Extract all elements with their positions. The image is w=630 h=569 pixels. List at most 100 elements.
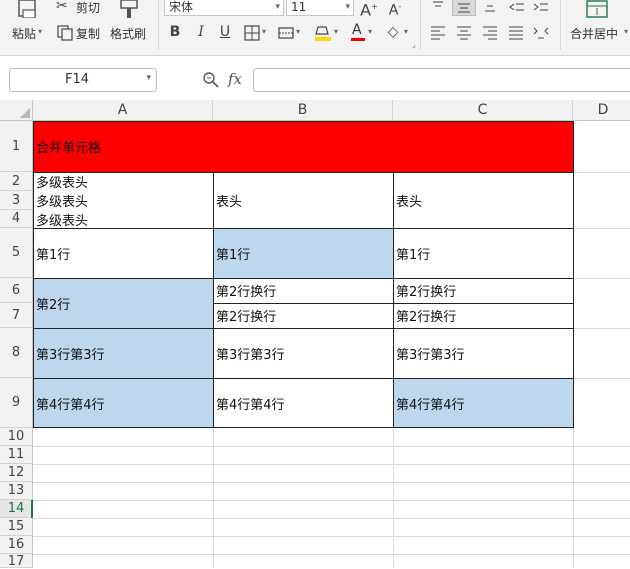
- row-header-5[interactable]: 5: [0, 228, 33, 278]
- align-bottom-icon[interactable]: [482, 0, 498, 14]
- cell-a8[interactable]: 第3行第3行: [33, 328, 213, 378]
- bold-icon[interactable]: B: [166, 23, 184, 41]
- cell-c2-merged[interactable]: 表头: [393, 172, 573, 228]
- row-header-17[interactable]: 17: [0, 554, 33, 569]
- table-border: [213, 172, 214, 428]
- column-header-a[interactable]: A: [33, 100, 213, 121]
- row-header-8[interactable]: 8: [0, 328, 33, 378]
- gridline: [33, 500, 630, 501]
- gridline: [33, 482, 630, 483]
- format-painter-label: 格式刷: [110, 27, 147, 41]
- chevron-down-icon: ▾: [275, 2, 280, 12]
- decrease-font-icon[interactable]: A-: [386, 0, 404, 20]
- dialog-launcher-icon[interactable]: ⌟: [412, 40, 416, 49]
- function-icon[interactable]: fx: [228, 70, 242, 88]
- paste-button[interactable]: 粘贴 ▾: [8, 0, 48, 42]
- clipboard-icon: [18, 0, 36, 18]
- column-header-d[interactable]: D: [573, 100, 630, 121]
- distributed-align-icon[interactable]: [532, 24, 550, 40]
- table-border: [33, 121, 574, 122]
- increase-indent-icon[interactable]: [532, 0, 550, 14]
- increase-font-icon[interactable]: A+: [360, 0, 378, 19]
- copy-button[interactable]: 复制: [56, 24, 106, 42]
- cell-a6-merged[interactable]: 第2行: [33, 278, 213, 328]
- name-box[interactable]: F14 ▾: [9, 68, 157, 92]
- gridline: [33, 464, 630, 465]
- cell-c9[interactable]: 第4行第4行: [393, 378, 573, 428]
- cell-a5[interactable]: 第1行: [33, 228, 213, 278]
- align-top-icon[interactable]: [430, 0, 446, 12]
- chevron-down-icon[interactable]: ▾: [368, 27, 372, 36]
- table-border: [33, 172, 574, 173]
- justify-icon[interactable]: [508, 24, 524, 40]
- chevron-down-icon[interactable]: ▾: [334, 27, 338, 36]
- merge-cells-icon: [586, 0, 608, 18]
- chevron-down-icon[interactable]: ▾: [296, 27, 300, 36]
- merge-center-label: 合并居中: [570, 27, 619, 41]
- cell-a9[interactable]: 第4行第4行: [33, 378, 213, 428]
- cell-a3[interactable]: 多级表头: [33, 191, 213, 210]
- name-box-value: F14: [65, 72, 90, 87]
- row-header-6[interactable]: 6: [0, 278, 33, 303]
- zoom-icon[interactable]: [202, 71, 220, 89]
- active-row-marker: [31, 500, 33, 518]
- chevron-down-icon[interactable]: ▾: [146, 73, 151, 83]
- row-header-11[interactable]: 11: [0, 446, 33, 464]
- cell-a1-merged[interactable]: 合并单元格: [33, 121, 573, 172]
- row-header-15[interactable]: 15: [0, 518, 33, 536]
- row-header-3[interactable]: 3: [0, 191, 33, 210]
- cell-a2[interactable]: 多级表头: [33, 172, 213, 191]
- format-painter-button[interactable]: 格式刷: [108, 0, 154, 42]
- cut-button[interactable]: ✂ 剪切: [56, 0, 106, 16]
- align-left-icon[interactable]: [430, 24, 446, 40]
- chevron-down-icon[interactable]: ▾: [404, 27, 408, 36]
- row-header-1[interactable]: 1: [0, 121, 33, 172]
- font-size-select[interactable]: 11 ▾: [286, 0, 354, 16]
- row-header-16[interactable]: 16: [0, 536, 33, 554]
- row-header-2[interactable]: 2: [0, 172, 33, 191]
- row-header-9[interactable]: 9: [0, 378, 33, 428]
- cell-b6[interactable]: 第2行换行: [213, 278, 393, 303]
- row-header-12[interactable]: 12: [0, 464, 33, 482]
- chevron-down-icon[interactable]: ▾: [262, 27, 266, 36]
- cell-b2-merged[interactable]: 表头: [213, 172, 393, 228]
- font-name-select[interactable]: 宋体 ▾: [164, 0, 284, 16]
- gridline: [33, 536, 630, 537]
- select-all-corner[interactable]: [0, 100, 33, 121]
- cell-a4[interactable]: 多级表头: [33, 210, 213, 229]
- fill-color-icon[interactable]: [314, 24, 332, 42]
- column-header-c[interactable]: C: [393, 100, 573, 121]
- row-header-13[interactable]: 13: [0, 482, 33, 500]
- chevron-down-icon: ▾: [624, 27, 629, 36]
- row-header-4[interactable]: 4: [0, 210, 33, 228]
- border-icon[interactable]: [244, 25, 260, 41]
- align-center-icon[interactable]: [456, 24, 472, 40]
- cell-b5[interactable]: 第1行: [213, 228, 393, 278]
- cell-b8[interactable]: 第3行第3行: [213, 328, 393, 378]
- column-header-b[interactable]: B: [213, 100, 393, 121]
- row-header-14[interactable]: 14: [0, 500, 33, 518]
- row-header-10[interactable]: 10: [0, 428, 33, 446]
- chevron-down-icon: ▾: [38, 27, 43, 36]
- cell-b9[interactable]: 第4行第4行: [213, 378, 393, 428]
- cell-c6[interactable]: 第2行换行: [393, 278, 573, 303]
- font-size-value: 11: [291, 0, 307, 14]
- cell-c8[interactable]: 第3行第3行: [393, 328, 573, 378]
- row-header-7[interactable]: 7: [0, 303, 33, 328]
- gridline: [573, 278, 630, 279]
- fill-pattern-icon[interactable]: [278, 25, 294, 41]
- merge-center-button[interactable]: 合并居中 ▾: [566, 0, 630, 42]
- paste-label: 粘贴: [12, 27, 37, 41]
- cell-b7[interactable]: 第2行换行: [213, 303, 393, 328]
- eraser-icon[interactable]: ◇: [384, 23, 402, 41]
- table-border: [33, 121, 34, 428]
- formula-input[interactable]: [253, 68, 630, 92]
- align-right-icon[interactable]: [482, 24, 498, 40]
- cell-c7[interactable]: 第2行换行: [393, 303, 573, 328]
- decrease-indent-icon[interactable]: [508, 0, 526, 14]
- align-middle-button[interactable]: [452, 0, 476, 16]
- underline-icon[interactable]: U: [216, 23, 234, 41]
- cell-c5[interactable]: 第1行: [393, 228, 573, 278]
- italic-icon[interactable]: I: [192, 23, 210, 41]
- font-color-icon[interactable]: A: [350, 22, 366, 42]
